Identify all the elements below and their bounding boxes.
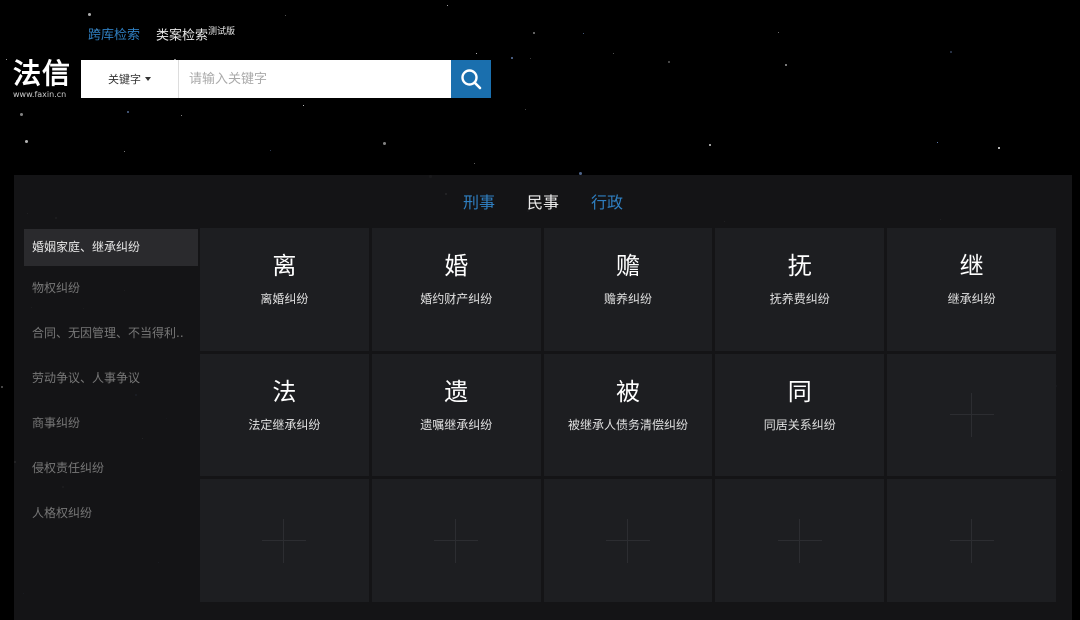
star	[998, 147, 1001, 150]
star	[511, 57, 514, 60]
category-tile[interactable]: 同同居关系纠纷	[715, 353, 885, 477]
category-tile[interactable]: 抚抚养费纠纷	[715, 228, 885, 351]
star	[447, 5, 448, 7]
tab-2[interactable]: 行政	[591, 189, 623, 213]
star	[949, 51, 952, 54]
tile-character: 同	[787, 377, 812, 406]
star	[778, 31, 780, 33]
star	[529, 57, 531, 59]
search-type-dropdown[interactable]: 关键字	[81, 60, 179, 98]
star	[88, 12, 92, 16]
tile-label: 离婚纠纷	[260, 292, 309, 306]
search-button[interactable]	[451, 60, 491, 98]
star	[708, 143, 711, 146]
star	[5, 59, 7, 61]
star	[0, 385, 3, 388]
category-tile[interactable]: 被被继承人债务清偿纠纷	[543, 353, 713, 477]
star	[582, 32, 584, 34]
sidebar-item[interactable]: 商事纠纷	[24, 401, 198, 446]
tile-character: 遗	[444, 377, 469, 406]
star	[667, 61, 670, 64]
tile-character: 抚	[787, 252, 812, 280]
star	[383, 142, 387, 146]
search-type-label: 关键字	[108, 73, 141, 86]
tile-label: 继承纠纷	[947, 292, 996, 306]
tile-label: 婚约财产纠纷	[420, 292, 493, 306]
empty-tile[interactable]	[543, 479, 713, 602]
beta-badge: 测试版	[208, 27, 236, 37]
empty-tile[interactable]	[371, 479, 541, 602]
sidebar-item[interactable]: 人格权纠纷	[24, 491, 198, 536]
star	[124, 150, 126, 152]
sidebar-item[interactable]: 婚姻家庭、继承纠纷	[24, 229, 198, 266]
star	[473, 163, 475, 165]
category-grid: 离离婚纠纷婚婚约财产纠纷赡赡养纠纷抚抚养费纠纷继继承纠纷法法定继承纠纷遗遗嘱继承…	[200, 228, 1056, 602]
category-tile[interactable]: 婚婚约财产纠纷	[371, 228, 541, 351]
star	[475, 53, 477, 55]
empty-tile[interactable]	[887, 479, 1056, 602]
cross-library-search-link[interactable]: 跨库检索	[88, 24, 140, 43]
search-input[interactable]	[179, 60, 451, 98]
tab-0[interactable]: 刑事	[463, 189, 495, 213]
tile-character: 婚	[444, 252, 469, 280]
plus-icon	[949, 392, 994, 437]
category-tile[interactable]: 法法定继承纠纷	[200, 353, 369, 477]
sidebar-item[interactable]: 合同、无因管理、不当得利..	[24, 311, 198, 356]
tile-character: 被	[615, 377, 640, 406]
empty-tile[interactable]	[887, 353, 1056, 477]
logo[interactable]: 法信 www.faxin.cn	[13, 58, 77, 100]
empty-tile[interactable]	[200, 479, 369, 602]
star	[126, 110, 129, 113]
star	[784, 63, 787, 66]
case-search-link[interactable]: 类案检索测试版	[156, 24, 235, 43]
top-nav: 跨库检索 类案检索测试版	[88, 24, 235, 43]
caret-down-icon	[145, 77, 151, 81]
tile-label: 赡养纠纷	[603, 292, 652, 306]
star	[25, 140, 29, 144]
tile-character: 继	[959, 252, 984, 280]
plus-icon	[605, 518, 650, 563]
case-category-panel: 刑事 民事 行政 婚姻家庭、继承纠纷 物权纠纷 合同、无因管理、不当得利.. 劳动争议、人…	[14, 175, 1072, 620]
category-tile[interactable]: 赡赡养纠纷	[543, 228, 713, 351]
tab-1[interactable]: 民事	[527, 189, 559, 213]
tile-label: 遗嘱继承纠纷	[420, 417, 493, 432]
plus-icon	[262, 518, 307, 563]
star	[532, 32, 535, 35]
plus-icon	[434, 518, 479, 563]
plus-icon	[949, 518, 994, 563]
star	[937, 142, 939, 144]
tab-bar: 刑事 民事 行政	[14, 189, 1072, 213]
star	[19, 112, 23, 116]
star	[302, 105, 304, 107]
star	[285, 15, 287, 17]
star	[525, 108, 527, 110]
case-search-label: 类案检索	[156, 28, 209, 44]
empty-tile[interactable]	[715, 479, 885, 602]
tile-character: 法	[272, 377, 297, 406]
sidebar-item[interactable]: 侵权责任纠纷	[24, 446, 198, 491]
tile-label: 抚养费纠纷	[769, 292, 830, 306]
search-icon	[461, 69, 482, 90]
logo-text: 法信	[13, 57, 72, 90]
plus-icon	[777, 518, 822, 563]
sidebar-item[interactable]: 物权纠纷	[24, 266, 198, 311]
category-tile[interactable]: 遗遗嘱继承纠纷	[371, 353, 541, 477]
tile-character: 赡	[615, 252, 640, 280]
tile-label: 法定继承纠纷	[248, 417, 321, 432]
tile-label: 被继承人债务清偿纠纷	[567, 417, 688, 432]
star	[270, 149, 272, 151]
category-tile[interactable]: 继继承纠纷	[887, 228, 1056, 351]
category-tile[interactable]: 离离婚纠纷	[200, 228, 369, 351]
search-bar: 关键字	[81, 60, 491, 98]
logo-url: www.faxin.cn	[13, 90, 67, 99]
sidebar: 婚姻家庭、继承纠纷 物权纠纷 合同、无因管理、不当得利.. 劳动争议、人事争议 商事纠纷…	[24, 229, 198, 536]
tile-character: 离	[272, 252, 297, 280]
star	[180, 115, 182, 117]
tile-label: 同居关系纠纷	[763, 417, 836, 432]
star	[612, 52, 614, 54]
sidebar-item[interactable]: 劳动争议、人事争议	[24, 356, 198, 401]
